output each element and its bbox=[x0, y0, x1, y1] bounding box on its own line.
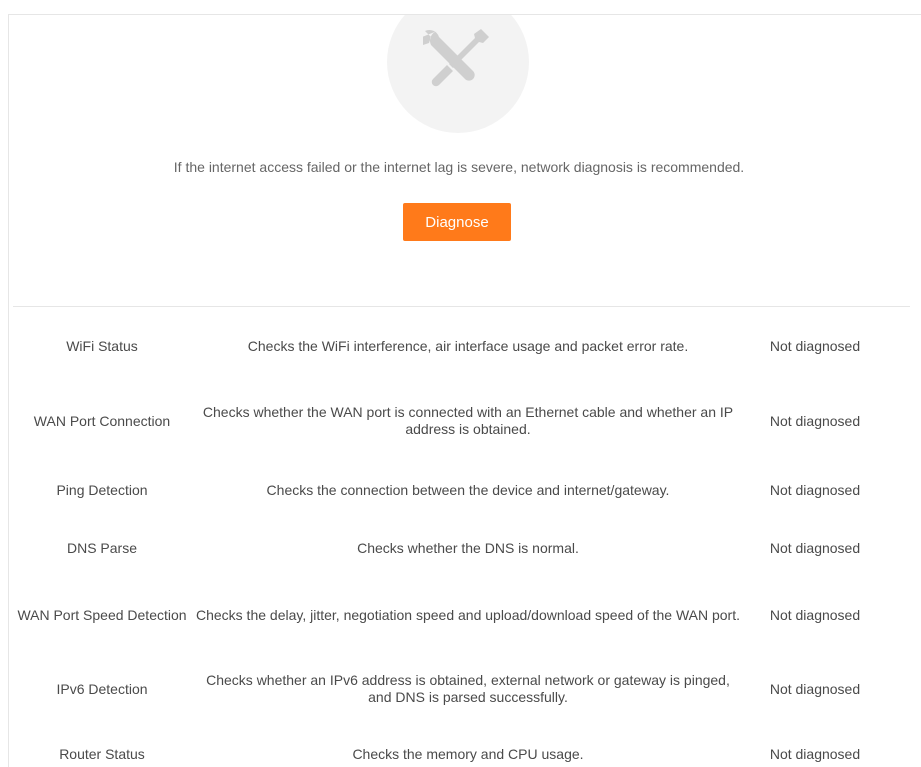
tools-icon-circle bbox=[387, 15, 529, 133]
diagnosis-item-ipv6-detection: IPv6 Detection Checks whether an IPv6 ad… bbox=[9, 671, 921, 707]
item-status: Not diagnosed bbox=[769, 746, 861, 762]
item-description: Checks the connection between the device… bbox=[266, 481, 670, 498]
item-status: Not diagnosed bbox=[769, 607, 861, 623]
diagnosis-item-dns-parse: DNS Parse Checks whether the DNS is norm… bbox=[9, 531, 921, 565]
item-status: Not diagnosed bbox=[769, 681, 861, 697]
diagnosis-item-wifi-status: WiFi Status Checks the WiFi interference… bbox=[9, 329, 921, 363]
item-description: Checks the WiFi interference, air interf… bbox=[247, 337, 689, 354]
diagnosis-item-wan-port-connection: WAN Port Connection Checks whether the W… bbox=[9, 403, 921, 439]
item-description: Checks whether the DNS is normal. bbox=[357, 539, 579, 556]
diagnosis-hint: If the internet access failed or the int… bbox=[173, 159, 745, 175]
item-name: Router Status bbox=[59, 745, 145, 762]
item-status: Not diagnosed bbox=[769, 540, 861, 556]
diagnosis-item-ping-detection: Ping Detection Checks the connection bet… bbox=[9, 473, 921, 507]
item-name: WiFi Status bbox=[66, 337, 138, 354]
diagnose-button[interactable]: Diagnose bbox=[403, 203, 511, 241]
item-name: WAN Port Speed Detection bbox=[17, 606, 187, 623]
item-name: DNS Parse bbox=[66, 539, 138, 556]
item-status: Not diagnosed bbox=[769, 338, 861, 354]
item-status: Not diagnosed bbox=[769, 413, 861, 429]
item-description: Checks whether the WAN port is connected… bbox=[202, 404, 734, 437]
item-name: IPv6 Detection bbox=[56, 680, 148, 697]
divider bbox=[13, 306, 910, 307]
diagnosis-panel: If the internet access failed or the int… bbox=[8, 14, 921, 767]
item-description: Checks whether an IPv6 address is obtain… bbox=[206, 672, 730, 705]
tools-icon bbox=[423, 29, 489, 87]
item-description: Checks the memory and CPU usage. bbox=[352, 745, 584, 762]
item-name: Ping Detection bbox=[56, 481, 148, 498]
item-description: Checks the delay, jitter, negotiation sp… bbox=[195, 606, 741, 623]
item-name: WAN Port Connection bbox=[33, 412, 171, 429]
diagnosis-item-wan-port-speed: WAN Port Speed Detection Checks the dela… bbox=[9, 597, 921, 633]
item-status: Not diagnosed bbox=[769, 482, 861, 498]
diagnosis-item-router-status: Router Status Checks the memory and CPU … bbox=[9, 737, 921, 767]
